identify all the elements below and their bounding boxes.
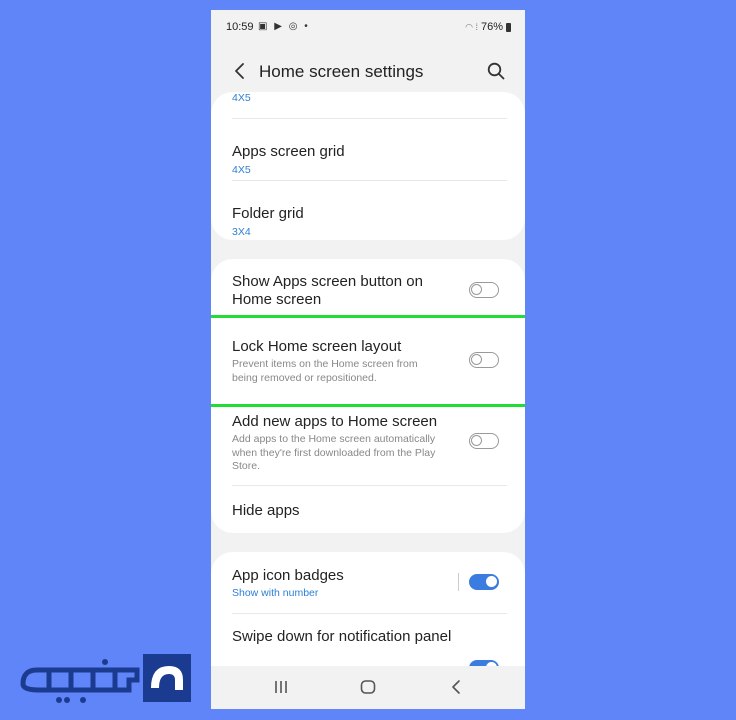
toggle-knob [485, 575, 498, 588]
app-icon-badges-value: Show with number [232, 587, 319, 599]
highlight-line-top [211, 315, 525, 318]
partial-grid-row[interactable]: 4X5 [211, 92, 525, 118]
add-new-apps-description: Add apps to the Home screen automaticall… [232, 433, 436, 472]
toggle-knob [471, 284, 482, 295]
hide-apps-row[interactable]: Hide apps [211, 486, 525, 533]
watermark-logo [19, 650, 193, 708]
lock-layout-title: Lock Home screen layout [232, 338, 402, 355]
lock-layout-toggle[interactable] [469, 352, 499, 368]
folder-grid-row[interactable]: Folder grid 3X4 [211, 181, 525, 240]
show-apps-button-toggle[interactable] [469, 282, 499, 298]
add-new-apps-title: Add new apps to Home screen [232, 413, 438, 430]
status-right: ◠ ⁞ 76% [465, 21, 511, 33]
app-icon-badges-toggle[interactable] [469, 574, 499, 590]
show-apps-button-row[interactable]: Show Apps screen button on Home screen [211, 259, 525, 321]
app-bar: Home screen settings [211, 46, 525, 96]
apps-screen-grid-row[interactable]: Apps screen grid 4X5 [211, 119, 525, 179]
battery-text: 76% [480, 21, 503, 33]
show-apps-button-title: Show Apps screen button on Home screen [232, 273, 423, 308]
lock-layout-description: Prevent items on the Home screen from be… [232, 358, 418, 384]
nav-back-icon[interactable] [447, 678, 467, 696]
status-time: 10:59 [226, 21, 254, 33]
folder-grid-title: Folder grid [232, 205, 304, 222]
lock-layout-row[interactable]: Lock Home screen layout Prevent items on… [211, 325, 525, 399]
highlight-line-bottom [211, 404, 525, 407]
notification-icons: ▣ ▶ ◎ • [258, 21, 310, 32]
search-icon[interactable] [485, 60, 507, 82]
toggle-knob [471, 354, 482, 365]
status-bar: 10:59 ▣ ▶ ◎ • ◠ ⁞ 76% [211, 10, 525, 46]
navigation-bar [211, 666, 525, 709]
phone-screen: 10:59 ▣ ▶ ◎ • ◠ ⁞ 76% Home screen settin… [211, 10, 525, 709]
wifi-icon: ◠ ⁞ [465, 21, 478, 32]
swipe-down-title: Swipe down for notification panel [232, 628, 452, 645]
apps-screen-grid-value: 4X5 [232, 164, 251, 176]
battery-icon [506, 22, 511, 32]
vertical-separator [458, 573, 459, 591]
add-new-apps-row[interactable]: Add new apps to Home screen Add apps to … [211, 409, 525, 485]
app-icon-badges-row[interactable]: App icon badges Show with number [211, 552, 525, 613]
hide-apps-title: Hide apps [232, 502, 300, 519]
add-new-apps-toggle[interactable] [469, 433, 499, 449]
recents-icon[interactable] [271, 678, 291, 696]
app-icon-badges-title: App icon badges [232, 567, 344, 584]
folder-grid-value: 3X4 [232, 226, 251, 238]
home-icon[interactable] [358, 678, 378, 696]
toggle-knob [471, 435, 482, 446]
page-title: Home screen settings [259, 62, 424, 81]
back-arrow-icon[interactable] [229, 60, 251, 82]
layout-settings-card: Show Apps screen button on Home screen L… [211, 259, 525, 533]
grid-settings-card: 4X5 Apps screen grid 4X5 Folder grid 3X4 [211, 92, 525, 240]
partial-grid-value: 4X5 [232, 92, 251, 104]
apps-screen-grid-title: Apps screen grid [232, 143, 345, 160]
